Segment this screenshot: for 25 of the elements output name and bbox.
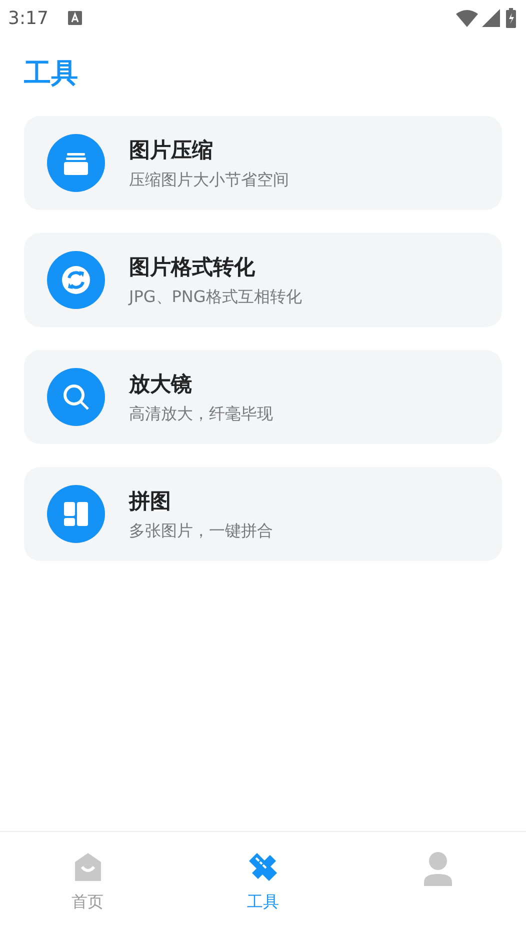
- tool-name: 放大镜: [129, 370, 193, 398]
- tool-name: 拼图: [129, 488, 172, 514]
- tool-description: 压缩图片大小节省空间: [129, 170, 289, 190]
- tool-description: 高清放大，纤毫毕现: [129, 404, 273, 424]
- battery-icon: [506, 8, 516, 28]
- stack-icon: [47, 134, 105, 192]
- tool-name: 图片压缩: [129, 136, 214, 164]
- grid-icon: [47, 485, 105, 543]
- person-icon: [423, 852, 454, 886]
- tool-card[interactable]: 图片压缩 压缩图片大小节省空间: [24, 116, 502, 210]
- wifi-icon: [456, 9, 478, 27]
- tool-name: 图片格式转化: [129, 254, 256, 280]
- ruler-pencil-icon: [248, 852, 278, 882]
- refresh-icon: [47, 251, 105, 309]
- tool-description: 多张图片，一键拼合: [129, 520, 273, 542]
- page-title: 工具: [24, 57, 79, 91]
- tool-card[interactable]: 放大镜 高清放大，纤毫毕现: [24, 350, 502, 444]
- tool-description: JPG、PNG格式互相转化: [129, 286, 302, 308]
- status-time: 3:17: [8, 8, 48, 28]
- tool-card[interactable]: 图片格式转化 JPG、PNG格式互相转化: [24, 233, 502, 327]
- signal-icon: [482, 9, 500, 27]
- tool-card[interactable]: 拼图 多张图片，一键拼合: [24, 467, 502, 561]
- notification-icon: [68, 11, 82, 25]
- home-icon: [72, 852, 103, 882]
- search-icon: [47, 368, 105, 426]
